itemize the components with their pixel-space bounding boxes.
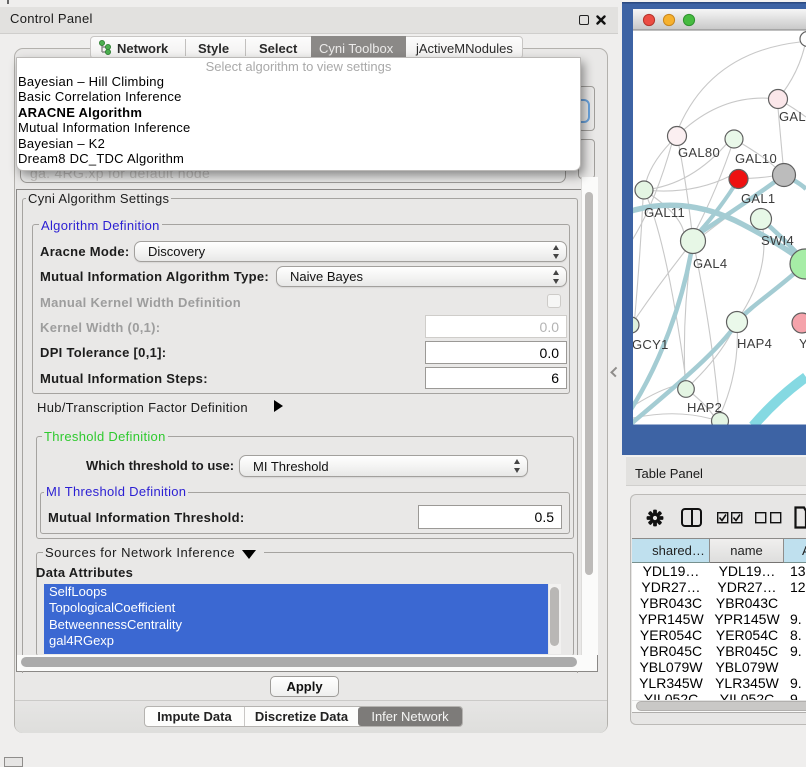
svg-text:SWI4: SWI4 — [761, 233, 794, 248]
svg-text:GAL11: GAL11 — [644, 205, 685, 220]
svg-text:GAL10: GAL10 — [735, 151, 777, 166]
svg-text:Y: Y — [799, 336, 806, 351]
svg-text:HAP2: HAP2 — [687, 400, 722, 415]
svg-text:GCY1: GCY1 — [632, 337, 669, 352]
svg-text:GAL1: GAL1 — [741, 191, 775, 206]
svg-text:GAL4: GAL4 — [693, 256, 727, 271]
svg-text:GAL80: GAL80 — [678, 145, 720, 160]
svg-text:HAP4: HAP4 — [737, 336, 772, 351]
svg-text:GAL: GAL — [779, 109, 806, 124]
